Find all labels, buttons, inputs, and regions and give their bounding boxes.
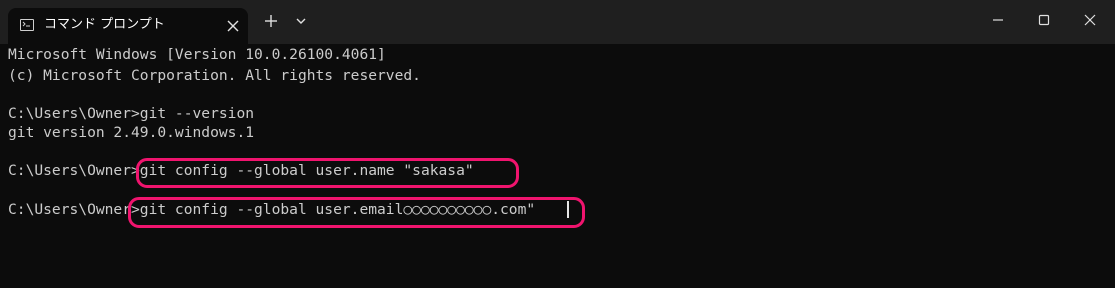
chevron-down-icon: [296, 18, 306, 24]
cmd-icon: [20, 19, 34, 31]
tab-command-prompt[interactable]: コマンド プロンプト: [8, 8, 248, 44]
terminal-output[interactable]: Microsoft Windows [Version 10.0.26100.40…: [0, 44, 1115, 288]
close-window-button[interactable]: [1067, 0, 1113, 40]
command-line: C:\Users\Owner>git --version: [8, 105, 255, 122]
output-line: (c) Microsoft Corporation. All rights re…: [8, 67, 421, 84]
minimize-icon: [993, 19, 1003, 21]
highlight-annotation: [136, 158, 519, 188]
tab-title: コマンド プロンプト: [44, 17, 165, 32]
maximize-button[interactable]: [1021, 0, 1067, 40]
text-cursor: [567, 201, 569, 218]
new-tab-button[interactable]: [256, 6, 286, 36]
close-icon[interactable]: [224, 17, 242, 35]
tab-dropdown-button[interactable]: [286, 6, 316, 36]
output-line: Microsoft Windows [Version 10.0.26100.40…: [8, 46, 386, 63]
terminal-window: コマンド プロンプト Microsoft Windows [Version 10…: [0, 0, 1115, 288]
highlight-annotation: [128, 197, 585, 228]
plus-icon: [265, 15, 277, 27]
maximize-icon: [1038, 14, 1050, 26]
title-bar: コマンド プロンプト: [0, 0, 1115, 44]
output-line: git version 2.49.0.windows.1: [8, 124, 255, 141]
close-icon: [1084, 14, 1096, 26]
minimize-button[interactable]: [975, 0, 1021, 40]
